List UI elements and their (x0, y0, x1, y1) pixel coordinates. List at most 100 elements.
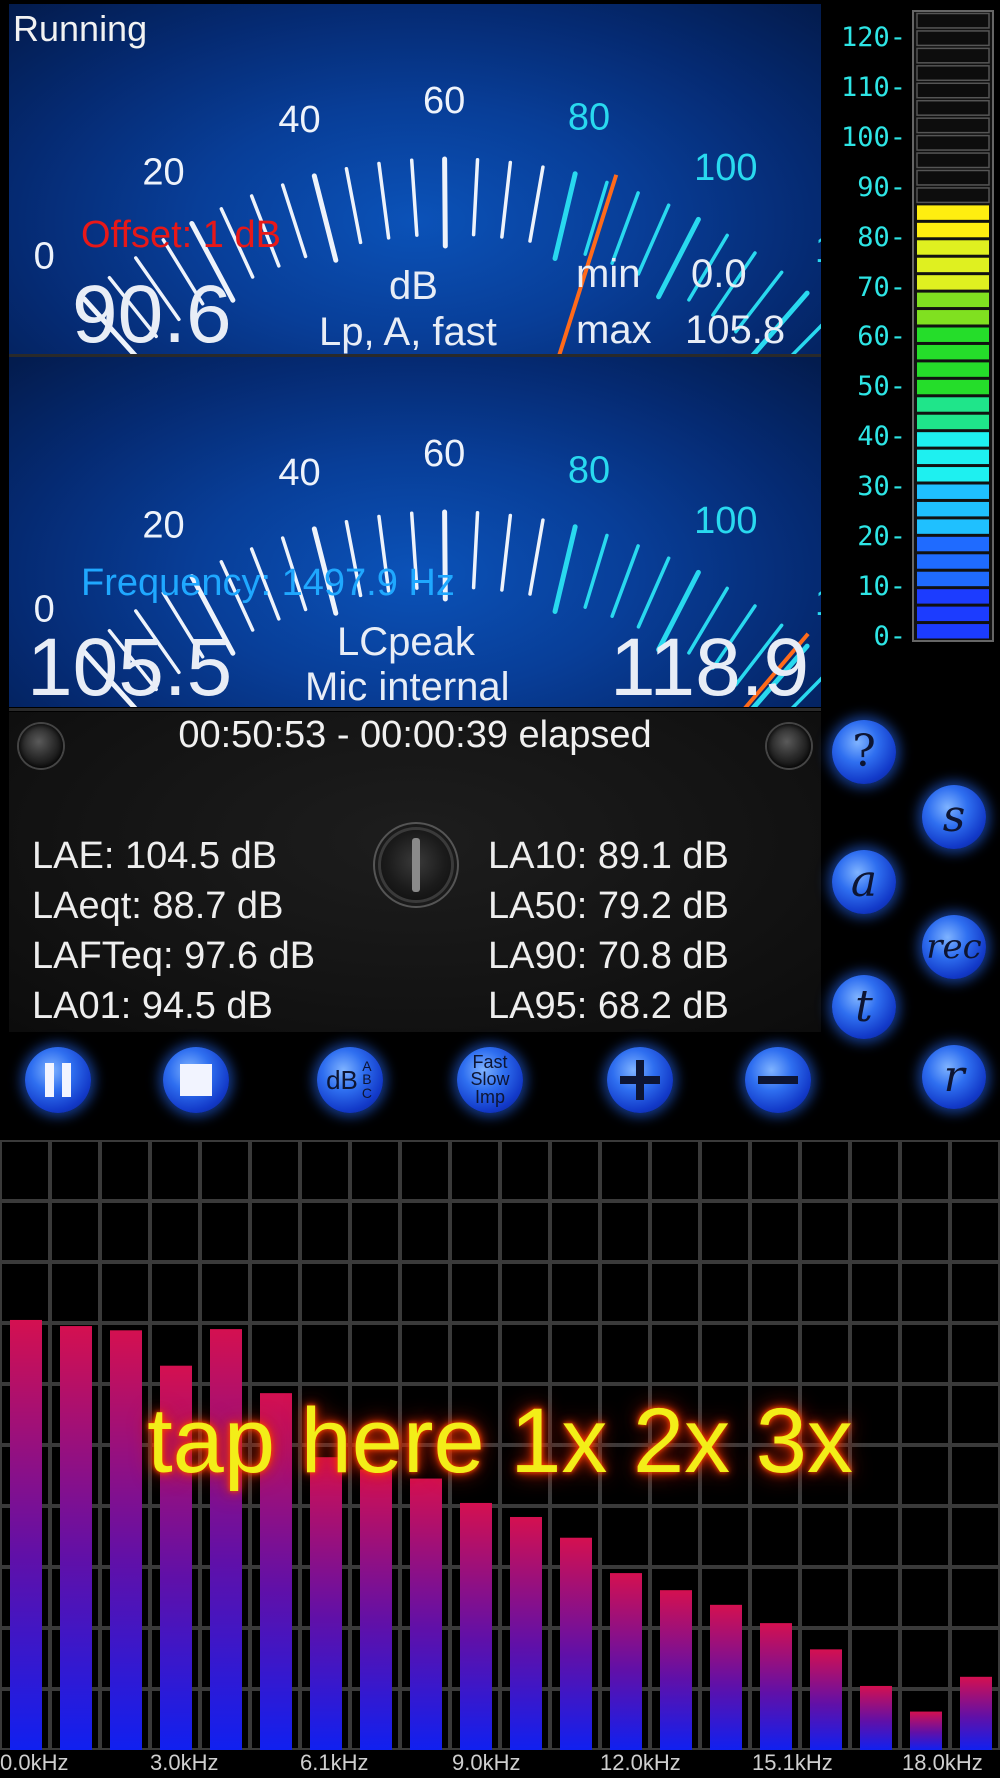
vu-segment (916, 12, 990, 29)
vu-scale-label: 20- (857, 521, 906, 552)
spectrum-bar (560, 1537, 592, 1750)
vu-segment (916, 30, 990, 47)
stat-la50: LA50: 79.2 dB (488, 885, 729, 927)
spectrum-bar (460, 1502, 492, 1750)
scale-label: 120 (815, 582, 821, 624)
spectrum-bar (510, 1516, 542, 1750)
vu-segment (917, 432, 989, 447)
plus-button[interactable] (607, 1047, 673, 1113)
minus-icon (758, 1076, 798, 1084)
stat-la10: LA10: 89.1 dB (488, 835, 729, 877)
frequency-tick-label: 3.0kHz (150, 1750, 219, 1775)
vu-segment (917, 606, 989, 622)
vu-segment (917, 624, 989, 639)
vu-segment (916, 47, 990, 64)
speed-button[interactable]: Fast Slow Imp (457, 1047, 523, 1113)
knob-icon[interactable] (381, 830, 451, 900)
scale-label: 120 (815, 229, 821, 271)
t-button[interactable]: t (832, 975, 896, 1039)
vu-segment (916, 82, 990, 99)
scale-tick (583, 533, 609, 609)
tap-hint[interactable]: tap here 1x 2x 3x (0, 1395, 1000, 1487)
a-button-label: a (850, 856, 878, 907)
speed-slow-label: Slow (470, 1069, 510, 1090)
vu-scale-label: 60- (857, 321, 906, 353)
main-level-value: 90.6 (72, 269, 232, 355)
vu-scale-label: 50- (857, 371, 906, 403)
speed-imp-label: Imp (474, 1086, 505, 1107)
stat-la95: LA95: 68.2 dB (488, 985, 729, 1027)
vu-segment (917, 571, 989, 587)
vu-scale-label: 120- (840, 22, 906, 53)
scale-tick (636, 556, 671, 629)
vu-segment (917, 484, 989, 499)
scale-tick (500, 513, 513, 592)
spectrum-bar (360, 1469, 392, 1750)
a-button[interactable]: a (832, 850, 896, 914)
max-label: max (576, 308, 652, 352)
spectrum-bar (610, 1573, 642, 1750)
vu-segment (917, 344, 989, 360)
stop-icon (180, 1064, 212, 1096)
vu-segment (917, 519, 989, 534)
stat-la01: LA01: 94.5 dB (32, 985, 273, 1027)
r-button[interactable]: r (922, 1045, 986, 1109)
peak-meter: 020406080100120 Frequency: 1497.9 Hz 105… (9, 357, 821, 707)
pause-icon (45, 1063, 71, 1097)
spectrum-bar (660, 1590, 692, 1750)
scale-label: 20 (142, 505, 184, 547)
spectrum-bar (810, 1649, 842, 1750)
scale-label: 60 (423, 433, 465, 475)
scale-tick (442, 156, 448, 249)
frequency-label: Frequency: 1497.9 Hz (81, 562, 455, 604)
weighting-button[interactable]: dB A B C (317, 1047, 383, 1113)
scale-tick (610, 544, 640, 618)
stat-la90: LA90: 70.8 dB (488, 935, 729, 977)
scale-label: 0 (34, 235, 55, 277)
unit-label: dB (389, 264, 438, 308)
spectrum-bar (310, 1457, 342, 1750)
min-label: min (576, 252, 641, 296)
vu-segment (916, 169, 990, 186)
status-label: Running (13, 8, 148, 49)
scale-label: 80 (568, 96, 610, 138)
main-meter: 0 20 40 60 80 100 120 Running Offset: 1 dB 90.… (9, 4, 821, 354)
pause-button[interactable] (25, 1047, 91, 1113)
frequency-tick-label: 12.0kHz (600, 1750, 681, 1775)
stop-button[interactable] (163, 1047, 229, 1113)
scale-tick (636, 203, 671, 276)
frequency-tick-label: 9.0kHz (452, 1750, 521, 1775)
vu-bar (912, 10, 994, 642)
meter-divider-2 (9, 708, 821, 711)
spectrum-bar (960, 1676, 992, 1750)
r-button-label: r (943, 1051, 965, 1102)
spectrum-bar (10, 1319, 42, 1750)
min-value: 0.0 (691, 252, 747, 296)
scale-tick (471, 510, 480, 590)
vu-segment (917, 327, 989, 342)
help-button-label: ? (852, 726, 876, 777)
stat-laeqt: LAeqt: 88.7 dB (32, 885, 284, 927)
vu-segment (917, 205, 989, 220)
frequency-tick-label: 18.0kHz (902, 1750, 983, 1775)
scale-label: 100 (694, 500, 757, 542)
spectrum-bar (110, 1330, 142, 1750)
help-button[interactable]: ? (832, 720, 896, 784)
record-button[interactable]: rec (922, 915, 986, 979)
vu-segment (916, 117, 990, 134)
scale-label: 60 (423, 80, 465, 122)
settings-s-button[interactable]: s (922, 785, 986, 849)
offset-label: Offset: 1 dB (81, 214, 281, 256)
frequency-tick-label: 0.0kHz (0, 1750, 69, 1775)
minus-button[interactable] (745, 1047, 811, 1113)
vu-scale-label: 10- (857, 570, 906, 602)
vu-segment (917, 379, 989, 395)
vu-segment (917, 222, 989, 238)
vu-scale-label: 80- (857, 221, 906, 253)
vu-segment (917, 536, 989, 552)
vu-segment (917, 467, 989, 482)
vu-segment (917, 362, 989, 377)
rec-button-label: rec (926, 927, 982, 967)
scale-tick (471, 157, 480, 237)
scale-tick (528, 518, 545, 596)
